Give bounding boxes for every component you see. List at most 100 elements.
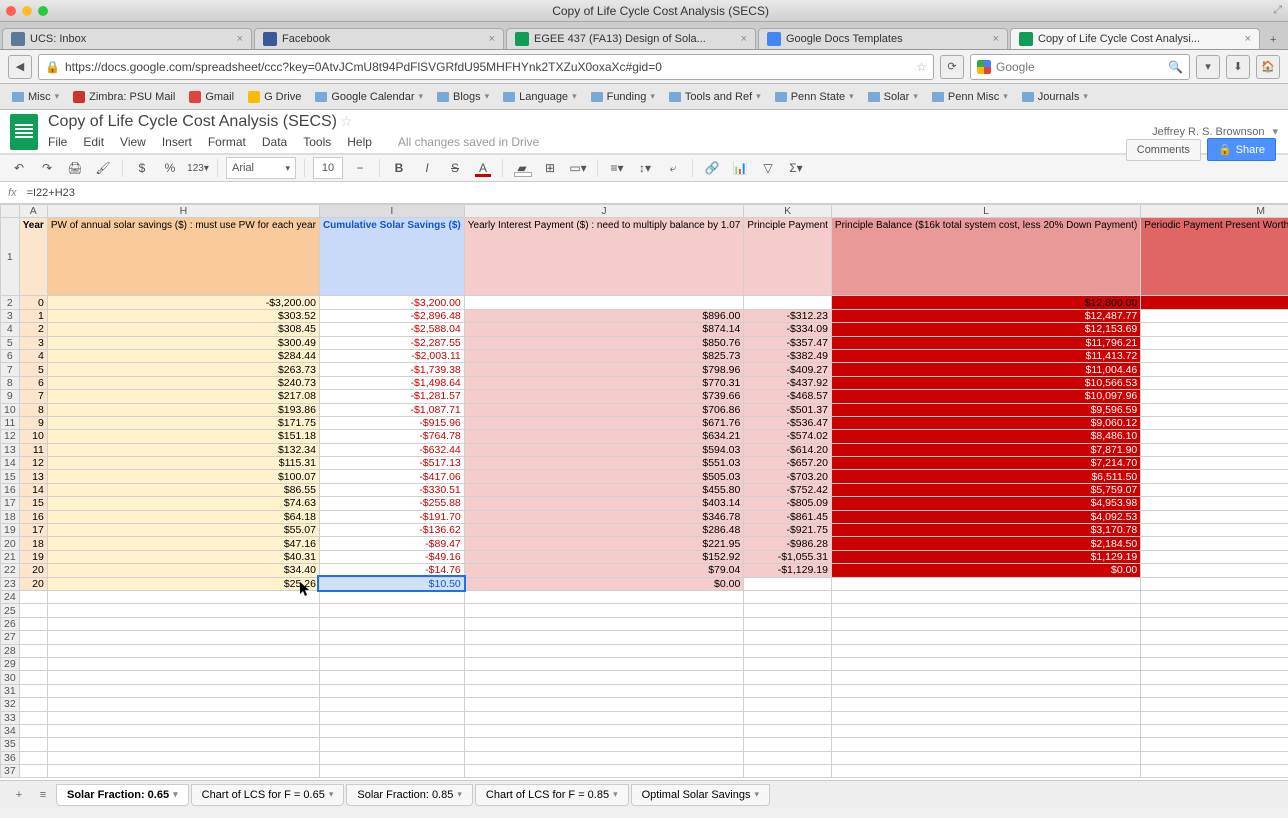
cell-K5[interactable]: -$357.47 <box>744 336 832 349</box>
cell-M10[interactable] <box>1141 403 1288 416</box>
col-header-I[interactable]: I <box>319 205 464 218</box>
url-input[interactable]: 🔒 https://docs.google.com/spreadsheet/cc… <box>38 54 934 80</box>
cell-H3[interactable]: $303.52 <box>47 309 319 322</box>
col-header-L[interactable]: L <box>831 205 1140 218</box>
cell-L24[interactable] <box>831 590 1140 603</box>
home-button[interactable]: 🏠 <box>1256 55 1280 79</box>
cell-L13[interactable]: $7,871.90 <box>831 443 1140 456</box>
bookmark-3[interactable]: G Drive <box>242 89 307 105</box>
header-cell-L[interactable]: Principle Balance ($16k total system cos… <box>831 218 1140 296</box>
cell-M26[interactable] <box>1141 617 1288 630</box>
cell-J32[interactable] <box>464 698 744 711</box>
menu-format[interactable]: Format <box>208 135 246 149</box>
cell-A26[interactable] <box>19 617 47 630</box>
cell-J11[interactable]: $671.76 <box>464 416 744 429</box>
cell-H19[interactable]: $55.07 <box>47 524 319 537</box>
cell-L2[interactable]: $12,800.00 <box>831 296 1140 309</box>
cell-K32[interactable] <box>744 698 832 711</box>
bookmark-9[interactable]: Penn State▾ <box>769 89 860 105</box>
cell-A4[interactable]: 2 <box>19 323 47 336</box>
cell-K20[interactable]: -$986.28 <box>744 537 832 550</box>
doc-title[interactable]: Copy of Life Cycle Cost Analysis (SECS) <box>48 113 337 130</box>
cell-H35[interactable] <box>47 738 319 751</box>
cell-H20[interactable]: $47.16 <box>47 537 319 550</box>
cell-J15[interactable]: $505.03 <box>464 470 744 483</box>
cell-J7[interactable]: $798.96 <box>464 363 744 376</box>
share-button[interactable]: 🔒Share <box>1207 138 1276 161</box>
row-header-8[interactable]: 8 <box>1 376 20 389</box>
cell-K29[interactable] <box>744 657 832 670</box>
cell-A33[interactable] <box>19 711 47 724</box>
cell-A17[interactable]: 15 <box>19 497 47 510</box>
cell-K28[interactable] <box>744 644 832 657</box>
cell-L11[interactable]: $9,060.12 <box>831 416 1140 429</box>
cell-K9[interactable]: -$468.57 <box>744 390 832 403</box>
cell-M31[interactable] <box>1141 684 1288 697</box>
row-header-22[interactable]: 22 <box>1 564 20 577</box>
cell-L20[interactable]: $2,184.50 <box>831 537 1140 550</box>
cell-K14[interactable]: -$657.20 <box>744 457 832 470</box>
menu-tools[interactable]: Tools <box>303 135 331 149</box>
cell-L22[interactable]: $0.00 <box>831 564 1140 577</box>
col-header-J[interactable]: J <box>464 205 744 218</box>
cell-J16[interactable]: $455.80 <box>464 483 744 496</box>
borders-button[interactable]: ⊞ <box>539 157 561 179</box>
cell-J28[interactable] <box>464 644 744 657</box>
cell-I8[interactable]: -$1,498.64 <box>319 376 464 389</box>
bookmark-11[interactable]: Penn Misc▾ <box>926 89 1014 105</box>
cell-K30[interactable] <box>744 671 832 684</box>
cell-L14[interactable]: $7,214.70 <box>831 457 1140 470</box>
cell-K25[interactable] <box>744 604 832 617</box>
cell-J19[interactable]: $286.48 <box>464 524 744 537</box>
cell-I27[interactable] <box>319 631 464 644</box>
cell-K36[interactable] <box>744 751 832 764</box>
cell-I9[interactable]: -$1,281.57 <box>319 390 464 403</box>
row-header-9[interactable]: 9 <box>1 390 20 403</box>
cell-I12[interactable]: -$764.78 <box>319 430 464 443</box>
row-header-4[interactable]: 4 <box>1 323 20 336</box>
cell-I31[interactable] <box>319 684 464 697</box>
cell-M27[interactable] <box>1141 631 1288 644</box>
cell-A10[interactable]: 8 <box>19 403 47 416</box>
cell-M7[interactable] <box>1141 363 1288 376</box>
valign-button[interactable]: ↕▾ <box>634 157 656 179</box>
cell-K19[interactable]: -$921.75 <box>744 524 832 537</box>
cell-L28[interactable] <box>831 644 1140 657</box>
cell-J20[interactable]: $221.95 <box>464 537 744 550</box>
doc-star-icon[interactable]: ☆ <box>340 113 353 129</box>
sheet-tab-4[interactable]: Optimal Solar Savings▾ <box>631 784 770 806</box>
cell-I6[interactable]: -$2,003.11 <box>319 349 464 362</box>
spreadsheet-grid[interactable]: AHIJKLMNOPQRS1YearPW of annual solar sav… <box>0 204 1288 780</box>
row-header-5[interactable]: 5 <box>1 336 20 349</box>
all-sheets-button[interactable]: ≡ <box>32 785 54 805</box>
cell-A35[interactable] <box>19 738 47 751</box>
menu-view[interactable]: View <box>120 135 146 149</box>
new-tab-button[interactable]: + <box>1262 31 1284 49</box>
cell-M14[interactable] <box>1141 457 1288 470</box>
cell-A37[interactable] <box>19 765 47 778</box>
cell-L18[interactable]: $4,092.53 <box>831 510 1140 523</box>
cell-K37[interactable] <box>744 765 832 778</box>
sheets-logo-icon[interactable] <box>10 114 38 150</box>
bold-button[interactable]: B <box>388 157 410 179</box>
cell-J21[interactable]: $152.92 <box>464 550 744 563</box>
row-header-13[interactable]: 13 <box>1 443 20 456</box>
cell-I24[interactable] <box>319 590 464 603</box>
cell-H22[interactable]: $34.40 <box>47 564 319 577</box>
italic-button[interactable]: I <box>416 157 438 179</box>
close-window-icon[interactable] <box>6 6 16 16</box>
sheet-tab-menu-icon[interactable]: ▾ <box>457 789 462 800</box>
cell-M33[interactable] <box>1141 711 1288 724</box>
cell-I14[interactable]: -$517.13 <box>319 457 464 470</box>
cell-A20[interactable]: 18 <box>19 537 47 550</box>
cell-J22[interactable]: $79.04 <box>464 564 744 577</box>
header-cell-H[interactable]: PW of annual solar savings ($) : must us… <box>47 218 319 296</box>
cell-I19[interactable]: -$136.62 <box>319 524 464 537</box>
cell-H27[interactable] <box>47 631 319 644</box>
bookmark-6[interactable]: Language▾ <box>497 89 582 105</box>
cell-J26[interactable] <box>464 617 744 630</box>
halign-button[interactable]: ≡▾ <box>606 157 628 179</box>
toolbar-btn-1[interactable]: ▾ <box>1196 55 1220 79</box>
cell-A14[interactable]: 12 <box>19 457 47 470</box>
add-sheet-button[interactable]: + <box>8 785 30 805</box>
